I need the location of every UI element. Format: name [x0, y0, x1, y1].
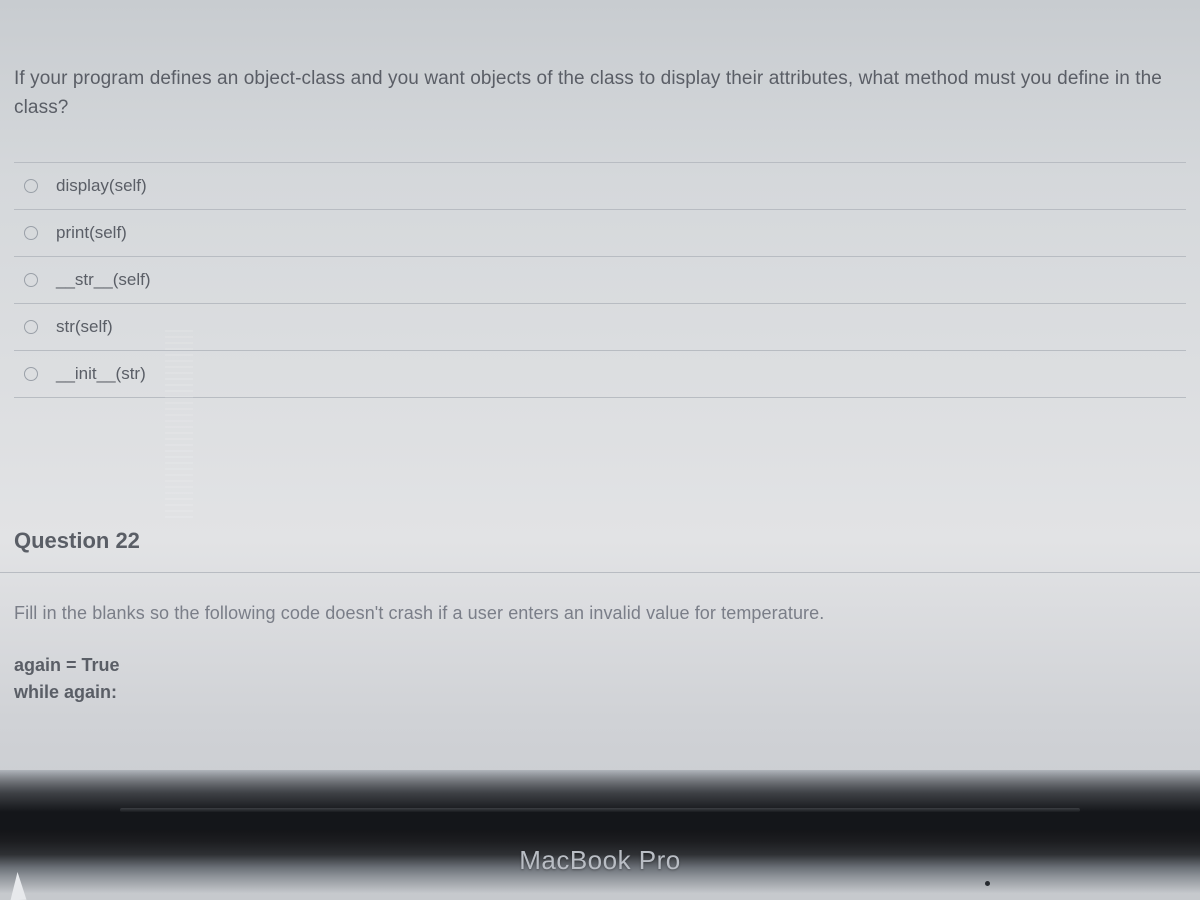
question-21-block: If your program defines an object-class …	[0, 65, 1200, 428]
radio-icon[interactable]	[24, 320, 38, 334]
hinge-bar	[120, 808, 1080, 812]
option-str[interactable]: str(self)	[14, 304, 1186, 351]
spacer	[0, 428, 1200, 508]
radio-icon[interactable]	[24, 273, 38, 287]
question-22-prompt: Fill in the blanks so the following code…	[14, 603, 1186, 624]
bezel-dot	[985, 881, 990, 886]
question-22-heading: Question 22	[0, 508, 1200, 573]
option-label: __str__(self)	[56, 270, 150, 290]
radio-icon[interactable]	[24, 179, 38, 193]
option-label: __init__(str)	[56, 364, 146, 384]
pencil-tip	[10, 872, 27, 900]
option-str-dunder[interactable]: __str__(self)	[14, 257, 1186, 304]
laptop-bezel: MacBook Pro	[0, 770, 1200, 900]
question-21-options: display(self) print(self) __str__(self) …	[14, 162, 1186, 398]
code-block: again = True while again:	[14, 652, 1186, 706]
question-prompt: If your program defines an object-class …	[14, 65, 1186, 122]
option-print[interactable]: print(self)	[14, 210, 1186, 257]
question-22-body: Fill in the blanks so the following code…	[0, 573, 1200, 706]
radio-icon[interactable]	[24, 367, 38, 381]
code-line: while again:	[14, 679, 1186, 706]
option-label: str(self)	[56, 317, 113, 337]
device-brand-label: MacBook Pro	[0, 845, 1200, 876]
option-display[interactable]: display(self)	[14, 163, 1186, 210]
code-line: again = True	[14, 652, 1186, 679]
option-init[interactable]: __init__(str)	[14, 351, 1186, 398]
radio-icon[interactable]	[24, 226, 38, 240]
option-label: print(self)	[56, 223, 127, 243]
option-label: display(self)	[56, 176, 147, 196]
